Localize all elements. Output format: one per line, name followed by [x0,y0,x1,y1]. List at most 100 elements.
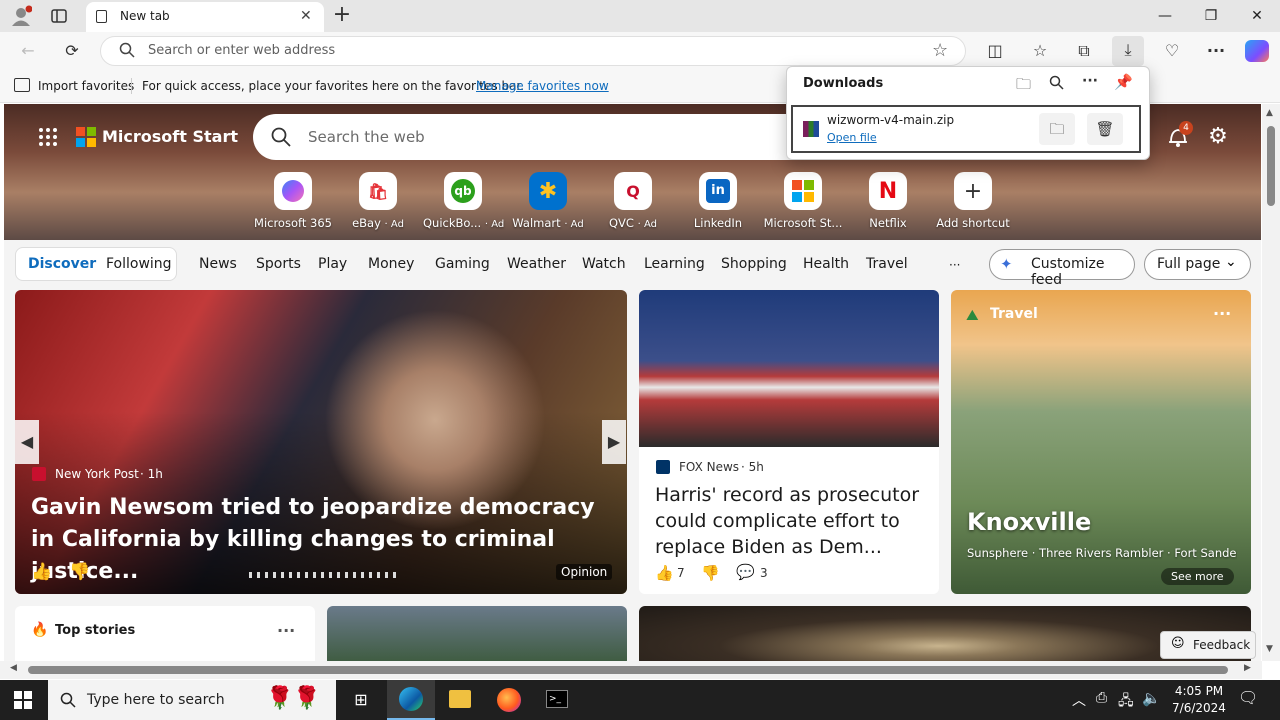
scroll-right-arrow[interactable]: ▶ [1244,663,1251,673]
taskbar-search-box[interactable]: Type here to search 🌹🌹 [48,680,336,720]
article-headline[interactable]: Harris' record as prosecutor could compl… [655,482,923,560]
file-explorer-icon[interactable] [449,690,471,708]
nav-learning[interactable]: Learning [644,256,705,272]
horizontal-scrollbar[interactable]: ◀ ▶ [0,661,1262,679]
manage-favorites-link[interactable]: Manage favorites now [476,79,609,93]
netflix-icon: N [869,172,907,210]
network-icon[interactable]: 🖧 [1118,690,1134,714]
nav-watch[interactable]: Watch [582,256,626,272]
scroll-down-arrow[interactable]: ▼ [1266,644,1273,654]
nav-more-button[interactable]: ··· [949,258,960,272]
import-favorites-button[interactable]: Import favorites [38,79,134,93]
scrollbar-thumb[interactable] [1267,126,1275,206]
zip-file-icon [803,121,819,137]
show-in-folder-button[interactable]: 🗀 [1039,113,1075,145]
like-icon[interactable]: 👍 [655,564,674,582]
more-options-icon[interactable]: ··· [1082,73,1098,89]
apps-launcher-icon[interactable] [38,127,58,147]
scroll-up-arrow[interactable]: ▲ [1266,108,1273,118]
carousel-prev-button[interactable]: ◀ [15,420,39,464]
customize-feed-button[interactable]: ✦ Customize feed [989,249,1135,288]
like-icon[interactable]: 👍 [31,562,52,582]
volume-icon[interactable]: 🔈 [1142,689,1161,707]
brand-name[interactable]: Microsoft Start [102,127,238,146]
shortcut-netflix[interactable]: N Netflix [848,172,928,230]
card-more-icon[interactable]: ··· [277,621,295,640]
downloads-button[interactable]: ⤓ [1112,36,1144,66]
nav-gaming[interactable]: Gaming [435,256,490,272]
microsoft-logo-icon [76,127,96,147]
scrollbar-thumb[interactable] [28,666,1228,674]
firefox-icon[interactable] [497,688,521,712]
download-file-name: wizworm-v4-main.zip [827,113,955,127]
shortcut-walmart[interactable]: ✱ Walmart · Ad [508,172,588,230]
terminal-icon[interactable]: >_ [546,690,568,708]
download-item[interactable]: wizworm-v4-main.zip Open file 🗀 🗑 [791,105,1141,153]
layout-dropdown[interactable]: Full page ⌄ [1144,249,1251,280]
see-more-button[interactable]: See more [1161,568,1234,585]
split-screen-icon[interactable]: ◫ [981,37,1009,65]
tab-following[interactable]: Following [106,256,172,272]
tab-discover[interactable]: Discover [28,256,96,272]
travel-card[interactable]: ⛰ Travel ··· Knoxville Sunsphere · Three… [951,290,1251,594]
carousel-dots[interactable] [249,572,399,578]
notification-center-icon[interactable]: 🗨 [1238,688,1258,707]
page-settings-icon[interactable]: ⚙ [1206,125,1230,149]
chevron-up-icon[interactable]: ︿ [1072,690,1086,710]
delete-button[interactable]: 🗑 [1087,113,1123,145]
back-button[interactable]: ← [14,37,42,65]
minimize-button[interactable]: — [1142,0,1188,32]
shortcut-microsoft-365[interactable]: Microsoft 365 [253,172,333,230]
start-button[interactable] [14,691,32,709]
nav-play[interactable]: Play [318,256,347,272]
shortcut-quickbooks[interactable]: qb QuickBo... · Ad [423,172,504,230]
refresh-button[interactable]: ⟳ [58,37,86,65]
comment-icon[interactable]: 💬 [736,563,755,581]
add-shortcut-button[interactable]: + Add shortcut [933,172,1013,230]
favorites-icon[interactable]: ☆ [1026,37,1054,65]
search-downloads-icon[interactable] [1049,75,1064,94]
nav-travel[interactable]: Travel [866,256,908,272]
nav-health[interactable]: Health [803,256,849,272]
shortcut-qvc[interactable]: Q QVC · Ad [593,172,673,230]
nav-money[interactable]: Money [368,256,414,272]
nav-shopping[interactable]: Shopping [721,256,787,272]
card-more-icon[interactable]: ··· [1213,304,1231,323]
close-tab-icon[interactable]: ✕ [300,8,312,24]
profile-icon[interactable] [10,5,33,27]
nav-weather[interactable]: Weather [507,256,566,272]
address-bar[interactable]: Search or enter web address ☆ [100,36,966,66]
add-favorite-icon[interactable]: ☆ [932,40,948,61]
article-card[interactable]: FOX News · 5h Harris' record as prosecut… [639,290,939,594]
sports-article-image[interactable] [327,606,627,661]
tab-new-tab[interactable]: New tab ✕ [86,2,324,32]
tab-actions-icon[interactable] [50,7,68,25]
shortcut-ebay[interactable]: 🛍 eBay · Ad [338,172,418,230]
copilot-icon[interactable] [1245,40,1269,62]
shortcut-microsoft-store[interactable]: Microsoft St... [763,172,843,230]
open-file-link[interactable]: Open file [827,131,877,144]
open-folder-icon[interactable]: 🗀 [1016,74,1031,99]
edge-taskbar-button[interactable] [387,680,435,720]
settings-more-icon[interactable]: ··· [1202,37,1230,65]
clock-date[interactable]: 7/6/2024 [1170,701,1228,715]
shortcut-linkedin[interactable]: in LinkedIn [678,172,758,230]
task-view-icon[interactable]: ⊞ [350,689,372,711]
collections-icon[interactable]: ⧉ [1070,37,1098,65]
vertical-scrollbar[interactable]: ▲ ▼ [1262,104,1280,661]
dislike-icon[interactable]: 👎 [69,562,90,582]
tray-app-icon[interactable]: ⎙ [1096,690,1107,706]
pin-icon[interactable]: 📌 [1114,73,1133,91]
nav-news[interactable]: News [199,256,237,272]
clock-time[interactable]: 4:05 PM [1173,684,1225,698]
new-tab-button[interactable]: + [331,4,353,28]
dislike-icon[interactable]: 👎 [701,564,720,582]
restore-button[interactable]: ❐ [1188,0,1234,32]
nav-sports[interactable]: Sports [256,256,301,272]
hero-article-card[interactable]: ◀ ▶ New York Post · 1h Gavin Newsom trie… [15,290,627,594]
close-window-button[interactable]: ✕ [1234,0,1280,32]
browser-essentials-icon[interactable]: ♡ [1158,37,1186,65]
feedback-button[interactable]: ☺ Feedback [1160,631,1256,659]
carousel-next-button[interactable]: ▶ [602,420,626,464]
scroll-left-arrow[interactable]: ◀ [10,663,17,673]
